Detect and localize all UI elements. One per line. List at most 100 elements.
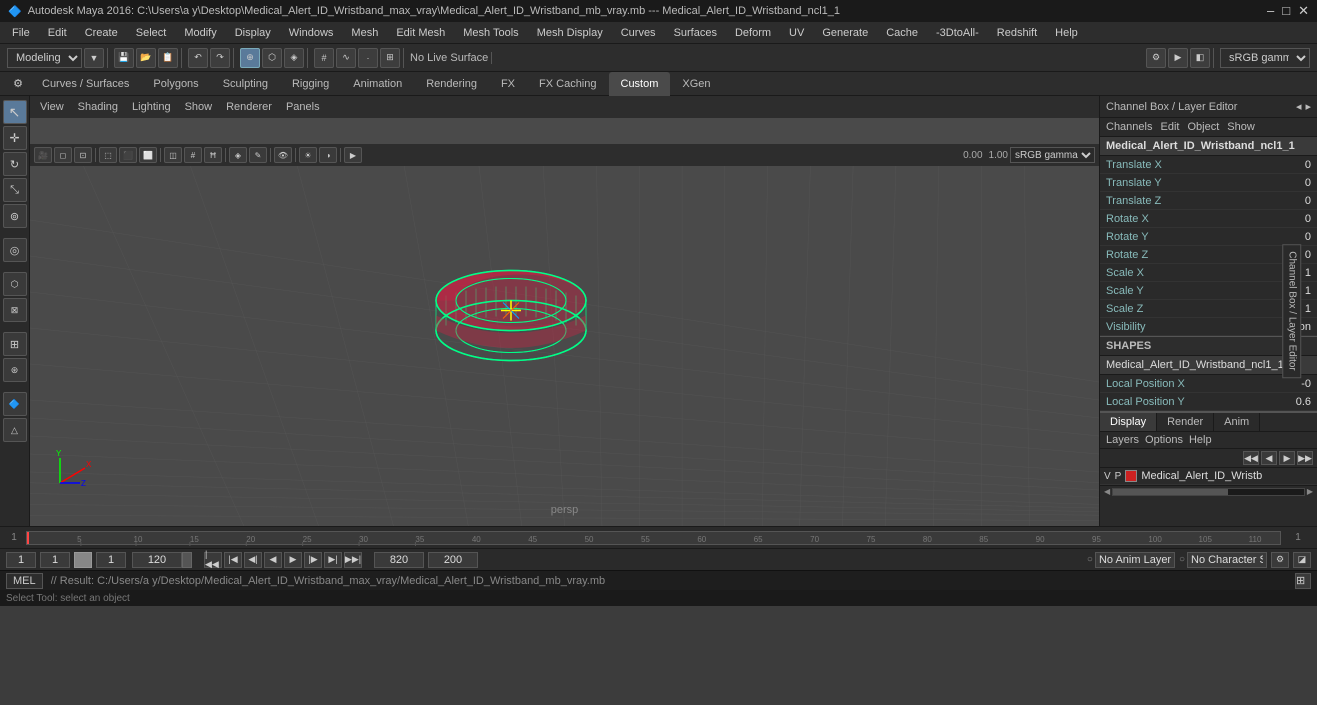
render-btn[interactable]: ▶ [1168,48,1188,68]
layer-menu-options[interactable]: Options [1145,434,1183,446]
axis-btn[interactable]: 🔷 [3,392,27,416]
layer-color-swatch[interactable] [1125,470,1137,482]
snap-view[interactable]: ⊞ [380,48,400,68]
menu-cache[interactable]: Cache [878,25,926,41]
snap-curve[interactable]: ∿ [336,48,356,68]
timeline-track[interactable]: 5 10 15 20 25 30 35 40 45 50 55 60 65 70… [26,531,1281,545]
vp-grid-btn[interactable]: # [184,147,202,163]
paint-ops-btn[interactable]: ⬡ [3,272,27,296]
vp-light-btn[interactable]: ☀ [299,147,317,163]
undo-btn[interactable]: ↶ [188,48,208,68]
range-end-input[interactable] [374,552,424,568]
menu-help[interactable]: Help [1047,25,1086,41]
prev-frame-btn[interactable]: ◀| [244,552,262,568]
next-frame-btn[interactable]: |▶ [304,552,322,568]
menu-select[interactable]: Select [128,25,175,41]
workspace-arrow[interactable]: ▼ [84,48,104,68]
cb-collapse-btn[interactable]: ◂ [1296,100,1302,113]
vp-iso-btn[interactable]: ◻ [54,147,72,163]
channel-local-pos-y[interactable]: Local Position Y 0.6 [1100,393,1317,411]
cb-menu-show[interactable]: Show [1227,121,1255,133]
prev-key-btn[interactable]: |◀ [224,552,242,568]
end-range-input[interactable] [132,552,182,568]
lasso-tool[interactable]: ⬡ [262,48,282,68]
vp-paint-btn[interactable]: ✎ [249,147,267,163]
menu-file[interactable]: File [4,25,38,41]
cb-menu-edit[interactable]: Edit [1160,121,1179,133]
vp-show-btn[interactable]: 👁 [274,147,292,163]
snap-point[interactable]: · [358,48,378,68]
universal-tool-btn[interactable]: ⊚ [3,204,27,228]
menu-curves[interactable]: Curves [613,25,664,41]
show-manip-btn[interactable]: ⊠ [3,298,27,322]
camera-btn[interactable]: △ [3,418,27,442]
move-tool-btn[interactable]: ✛ [3,126,27,150]
vp-menu-show[interactable]: Show [181,99,217,115]
vp-res-btn[interactable]: ⊡ [74,147,92,163]
open-btn[interactable]: 📂 [136,48,156,68]
layer-tab-render[interactable]: Render [1157,413,1214,431]
menu-edit[interactable]: Edit [40,25,75,41]
script-editor-btn[interactable]: ⊞ [1295,573,1311,589]
close-button[interactable]: ✕ [1298,3,1309,19]
timeline-cursor[interactable] [27,532,29,544]
current-frame-input[interactable] [40,552,70,568]
next-key-btn[interactable]: ▶| [324,552,342,568]
gamma-viewport-select[interactable]: sRGB gamma [1010,147,1095,163]
vp-render-btn[interactable]: ▶ [344,147,362,163]
char-set-input[interactable] [1187,552,1267,568]
menu-deform[interactable]: Deform [727,25,779,41]
menu-redshift[interactable]: Redshift [989,25,1045,41]
vp-menu-panels[interactable]: Panels [282,99,324,115]
vp-flat-btn[interactable]: ⬜ [139,147,157,163]
scroll-left-btn[interactable]: ◀ [1102,487,1112,496]
scale-tool-btn[interactable]: ⤡ [3,178,27,202]
menu-mesh-display[interactable]: Mesh Display [529,25,611,41]
tab-rendering[interactable]: Rendering [414,72,489,96]
vp-menu-renderer[interactable]: Renderer [222,99,276,115]
gamma-select[interactable]: sRGB gamma [1220,48,1310,68]
menu-display[interactable]: Display [227,25,279,41]
maximize-button[interactable]: □ [1282,3,1290,19]
redo-btn[interactable]: ↷ [210,48,230,68]
start-frame-input[interactable] [6,552,36,568]
layer-nav-left[interactable]: ◀ [1261,451,1277,465]
frame-field[interactable] [96,552,126,568]
layer-tab-display[interactable]: Display [1100,413,1157,431]
settings-btn[interactable]: ⚙ [1271,552,1289,568]
scroll-right-btn[interactable]: ▶ [1305,487,1315,496]
layer-p-toggle[interactable]: P [1115,471,1122,482]
menu-windows[interactable]: Windows [281,25,342,41]
save-btn[interactable]: 💾 [114,48,134,68]
channel-translate-y[interactable]: Translate Y 0 [1100,174,1317,192]
anim-layer-input[interactable] [1095,552,1175,568]
tab-settings-btn[interactable]: ⚙ [6,72,30,96]
go-start-btn[interactable]: |◀◀ [204,552,222,568]
play-back-btn[interactable]: ◀ [264,552,282,568]
layer-v-toggle[interactable]: V [1104,471,1111,482]
menu-uv[interactable]: UV [781,25,812,41]
play-fwd-btn[interactable]: ▶ [284,552,302,568]
menu-surfaces[interactable]: Surfaces [666,25,725,41]
vp-xray-btn[interactable]: ◫ [164,147,182,163]
rotate-tool-btn[interactable]: ↻ [3,152,27,176]
channel-translate-x[interactable]: Translate X 0 [1100,156,1317,174]
paint-tool[interactable]: ◈ [284,48,304,68]
vp-shadow-btn[interactable]: ◑ [319,147,337,163]
viewport-canvas[interactable]: 🎥 ◻ ⊡ ⬚ ⬛ ⬜ ◫ # Ħ ◈ ✎ 👁 ☀ ◑ ▶ [30,118,1099,526]
saveas-btn[interactable]: 📋 [158,48,178,68]
tab-sculpting[interactable]: Sculpting [211,72,280,96]
tab-curves-surfaces[interactable]: Curves / Surfaces [30,72,141,96]
prefs-btn[interactable]: ◪ [1293,552,1311,568]
menu-mesh-tools[interactable]: Mesh Tools [455,25,526,41]
tab-xgen[interactable]: XGen [670,72,722,96]
layer-nav-left2[interactable]: ◀◀ [1243,451,1259,465]
vp-select-btn[interactable]: ◈ [229,147,247,163]
layer-nav-right[interactable]: ▶ [1279,451,1295,465]
scrollbar-track[interactable] [1112,488,1305,496]
select-tool[interactable]: ⊕ [240,48,260,68]
cb-expand-btn[interactable]: ▸ [1305,100,1311,113]
soft-select-btn[interactable]: ◎ [3,238,27,262]
tab-animation[interactable]: Animation [341,72,414,96]
menu-modify[interactable]: Modify [176,25,224,41]
